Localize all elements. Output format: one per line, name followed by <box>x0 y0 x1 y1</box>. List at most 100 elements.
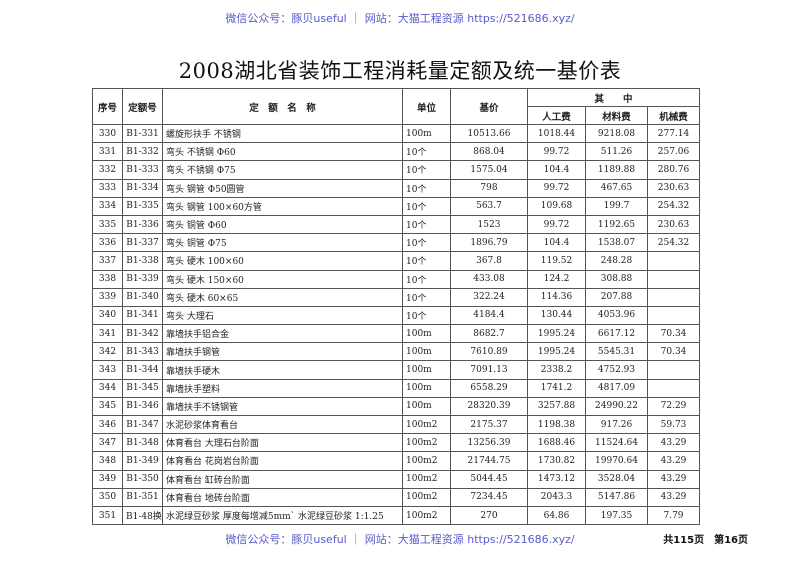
cell-machine: 254.32 <box>646 196 701 216</box>
cell-no: 333 <box>92 178 123 198</box>
cell-material: 467.65 <box>585 178 648 198</box>
cell-no: 342 <box>92 342 123 362</box>
table-row: 339 B1-340 弯头 硬木 60×65 10个 322.24 114.36 207.8… <box>92 287 701 307</box>
cell-labor: 1018.44 <box>527 123 586 144</box>
cell-no: 337 <box>92 251 123 271</box>
cell-labor: 1995.24 <box>527 342 586 362</box>
cell-unit: 100m <box>402 360 451 380</box>
cell-machine: 70.34 <box>646 324 701 344</box>
cell-unit: 10个 <box>402 287 451 307</box>
cell-code: B1-340 <box>122 287 163 307</box>
cell-base-price: 367.8 <box>450 251 528 271</box>
cell-code: B1-345 <box>122 378 163 398</box>
cell-material: 511.26 <box>585 142 648 162</box>
table-row: 337 B1-338 弯头 硬木 100×60 10个 367.8 119.52 248.2… <box>92 251 701 271</box>
cell-unit: 10个 <box>402 251 451 271</box>
cell-material: 917.26 <box>585 414 648 435</box>
cell-unit: 10个 <box>402 160 451 180</box>
cell-material: 199.7 <box>585 196 648 216</box>
cell-unit: 100m <box>402 324 451 344</box>
cell-no: 331 <box>92 142 123 162</box>
table-row: 349 B1-350 体育看台 缸砖台阶面 100m2 5044.45 1473.12 35… <box>92 469 701 489</box>
cell-no: 334 <box>92 196 123 216</box>
cell-machine <box>646 360 701 380</box>
cell-code: B1-332 <box>122 142 163 162</box>
cell-code: B1-349 <box>122 451 163 471</box>
cell-base-price: 322.24 <box>450 287 528 307</box>
cell-machine: 280.76 <box>646 160 701 180</box>
cell-base-price: 5044.45 <box>450 469 528 489</box>
cell-no: 340 <box>92 305 123 326</box>
table-row: 348 B1-349 体育看台 花岗岩台阶面 100m2 21744.75 1730.82… <box>92 451 701 471</box>
cell-code: B1-348 <box>122 433 163 453</box>
cell-labor: 2043.3 <box>527 487 586 507</box>
cell-unit: 100m <box>402 342 451 362</box>
cell-code: B1-336 <box>122 214 163 235</box>
table-row: 340 B1-341 弯头 大理石 10个 4184.4 130.44 4053.96 <box>92 305 701 326</box>
table-row: 333 B1-334 弯头 钢管 Φ50圆管 10个 798 99.72 467.65 230… <box>92 178 701 198</box>
table-row: 341 B1-342 靠墙扶手铝合金 100m 8682.7 1995.24 6617.12… <box>92 324 701 344</box>
table-row: 345 B1-346 靠墙扶手不锈钢管 100m 28320.39 3257.88 2499… <box>92 396 701 417</box>
table-row: 351 B1-48换 水泥绿豆砂浆 厚度每增减5mm` 水泥绿豆砂浆 1:1.25 1… <box>92 505 701 526</box>
cell-code: B1-343 <box>122 342 163 362</box>
cell-name: 体育看台 大理石台阶面 <box>162 433 403 453</box>
cell-machine: 43.29 <box>646 433 701 453</box>
cell-machine: 7.79 <box>646 505 701 526</box>
cell-labor: 1473.12 <box>527 469 586 489</box>
table-row: 350 B1-351 体育看台 地砖台阶面 100m2 7234.45 2043.3 514… <box>92 487 701 507</box>
table-row: 342 B1-343 靠墙扶手钢管 100m 7610.89 1995.24 5545.31… <box>92 342 701 362</box>
cell-name: 弯头 钢管 100×60方管 <box>162 196 403 216</box>
header-group: 其 中 <box>526 88 701 107</box>
cell-no: 350 <box>92 487 123 507</box>
cell-unit: 10个 <box>402 196 451 216</box>
cell-base-price: 798 <box>450 178 528 198</box>
cell-no: 336 <box>92 233 123 253</box>
page-info: 共115页 第16页 <box>663 535 748 546</box>
cell-code: B1-48换 <box>122 505 163 526</box>
table-row: 343 B1-344 靠墙扶手硬木 100m 7091.13 2338.2 4752.93 <box>92 360 701 380</box>
cell-unit: 100m <box>402 396 451 417</box>
cell-labor: 119.52 <box>527 251 586 271</box>
cell-no: 339 <box>92 287 123 307</box>
cell-no: 330 <box>92 123 123 144</box>
cell-machine: 230.63 <box>646 178 701 198</box>
cell-name: 弯头 铜管 Φ60 <box>162 214 403 235</box>
cell-no: 332 <box>92 160 123 180</box>
cell-name: 体育看台 花岗岩台阶面 <box>162 451 403 471</box>
cell-unit: 10个 <box>402 142 451 162</box>
cell-labor: 99.72 <box>527 178 586 198</box>
cell-unit: 100m2 <box>402 414 451 435</box>
cell-name: 弯头 不锈钢 Φ60 <box>162 142 403 162</box>
cell-material: 308.88 <box>585 269 648 289</box>
cell-unit: 10个 <box>402 233 451 253</box>
cell-material: 248.28 <box>585 251 648 271</box>
cell-unit: 10个 <box>402 269 451 289</box>
cell-no: 349 <box>92 469 123 489</box>
cell-code: B1-341 <box>122 305 163 326</box>
cell-labor: 1995.24 <box>527 324 586 344</box>
cell-no: 345 <box>92 396 123 417</box>
cell-base-price: 1575.04 <box>450 160 528 180</box>
cell-labor: 104.4 <box>527 233 586 253</box>
cell-code: B1-333 <box>122 160 163 180</box>
cell-labor: 124.2 <box>527 269 586 289</box>
cell-labor: 1198.38 <box>527 414 586 435</box>
cell-name: 靠墙扶手硬木 <box>162 360 403 380</box>
cell-labor: 130.44 <box>527 305 586 326</box>
cell-labor: 109.68 <box>527 196 586 216</box>
cell-machine <box>646 287 701 307</box>
cell-base-price: 270 <box>450 505 528 526</box>
cell-name: 弯头 硬木 100×60 <box>162 251 403 271</box>
cell-base-price: 28320.39 <box>450 396 528 417</box>
cell-machine: 59.73 <box>646 414 701 435</box>
table-row: 332 B1-333 弯头 不锈钢 Φ75 10个 1575.04 104.4 1189.8… <box>92 160 701 180</box>
cell-base-price: 13256.39 <box>450 433 528 453</box>
cell-name: 靠墙扶手钢管 <box>162 342 403 362</box>
cell-material: 11524.64 <box>585 433 648 453</box>
cell-base-price: 868.04 <box>450 142 528 162</box>
cell-material: 1192.65 <box>585 214 648 235</box>
cell-name: 靠墙扶手塑料 <box>162 378 403 398</box>
table-row: 338 B1-339 弯头 硬木 150×60 10个 433.08 124.2 308.8… <box>92 269 701 289</box>
cell-material: 4752.93 <box>585 360 648 380</box>
cell-unit: 100m2 <box>402 487 451 507</box>
